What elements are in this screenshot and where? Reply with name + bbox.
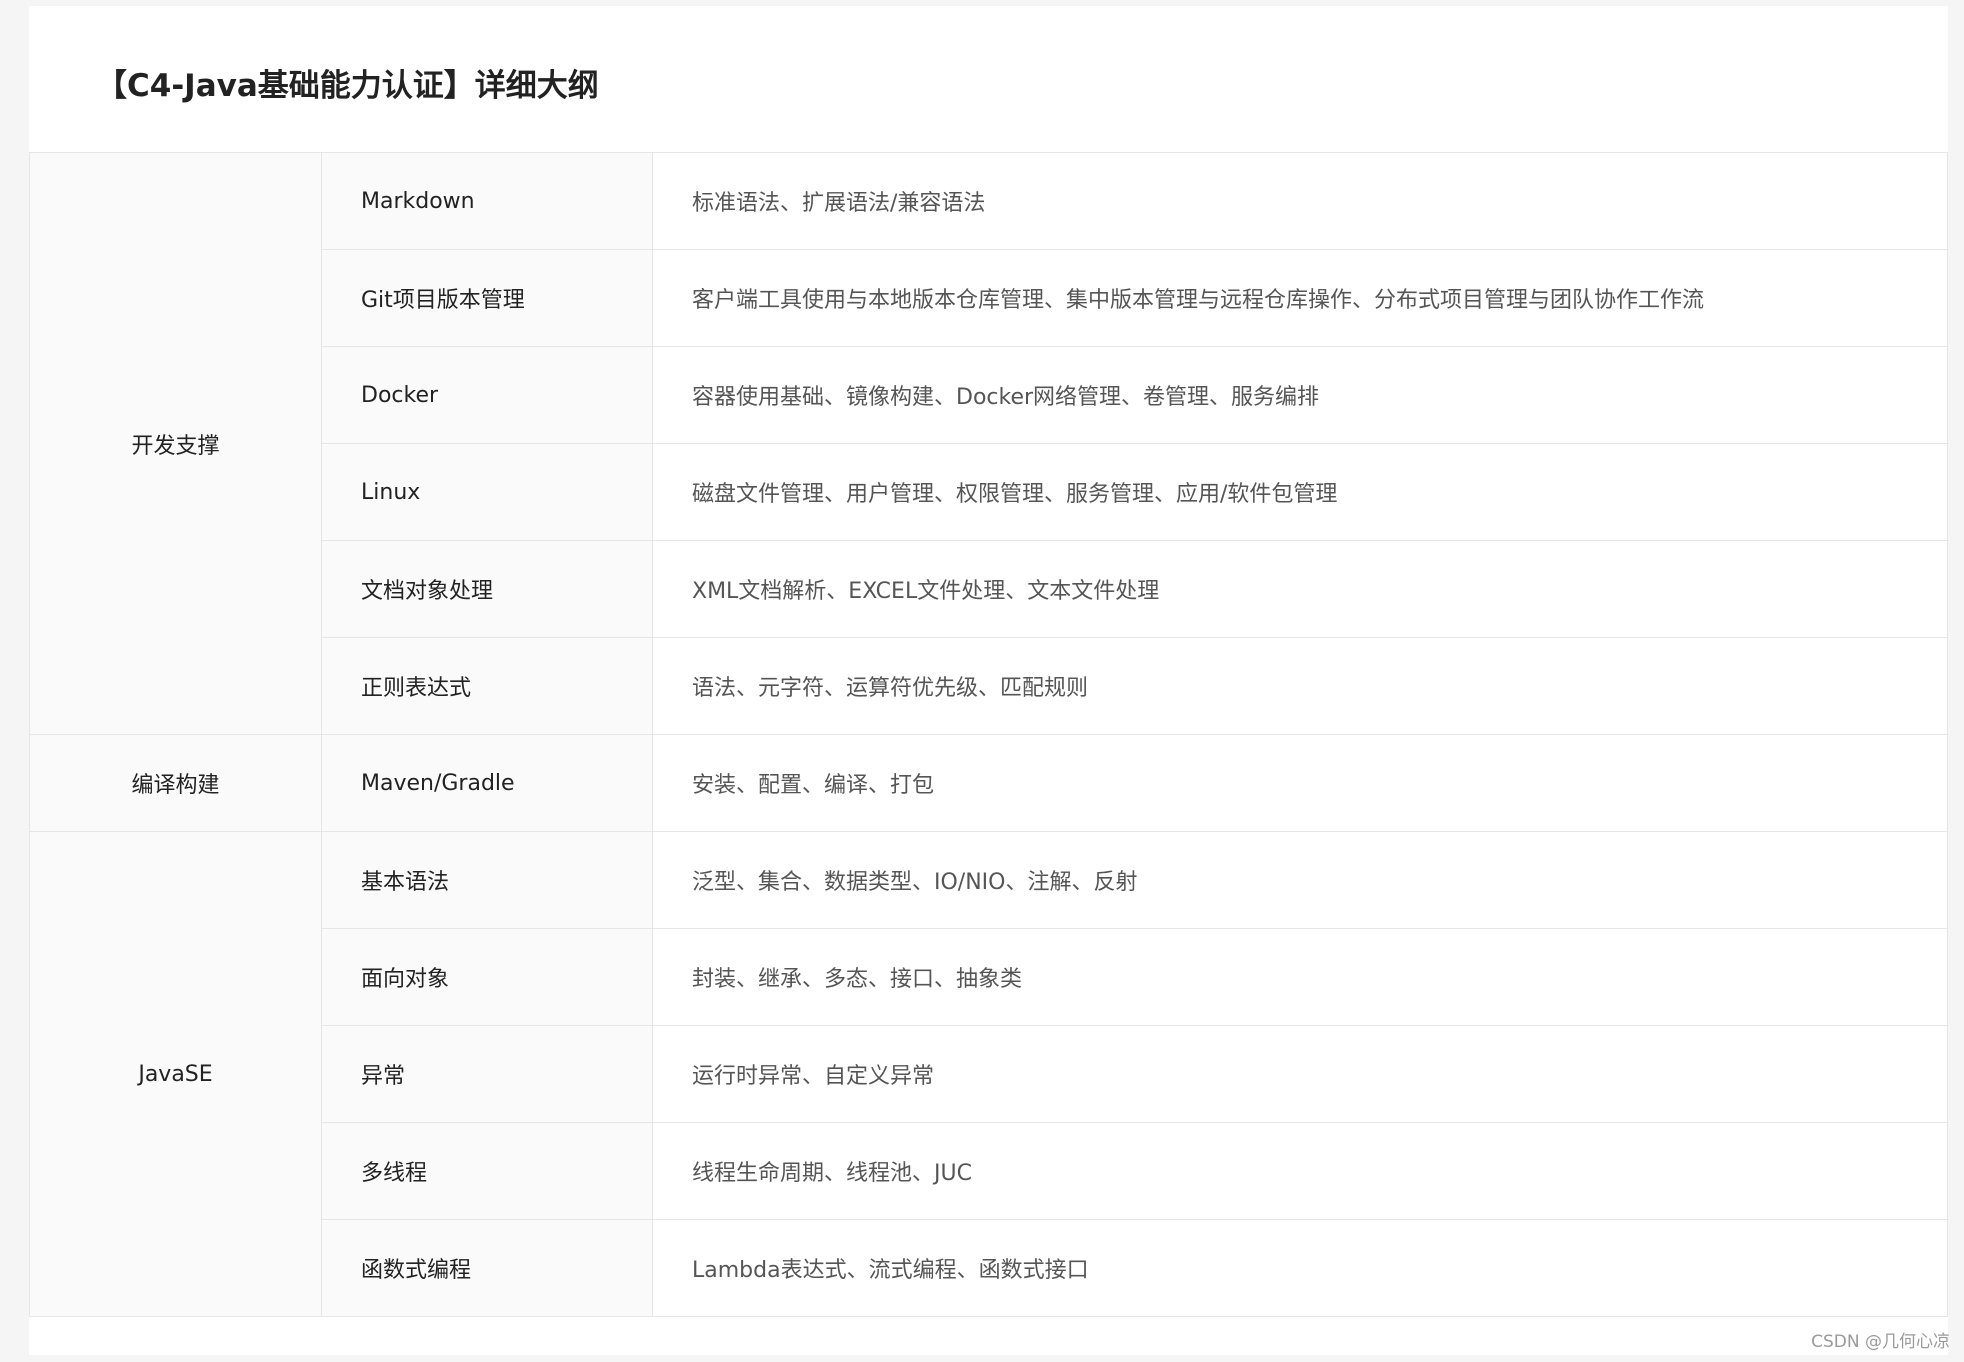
topic-cell: 多线程 — [321, 1122, 653, 1220]
topic-cell: Maven/Gradle — [321, 734, 653, 832]
topic-cell: Git项目版本管理 — [321, 249, 653, 347]
detail-cell: 客户端工具使用与本地版本仓库管理、集中版本管理与远程仓库操作、分布式项目管理与团… — [652, 249, 1948, 347]
topic-cell: 异常 — [321, 1025, 653, 1123]
detail-cell: 线程生命周期、线程池、JUC — [652, 1122, 1948, 1220]
detail-cell: 磁盘文件管理、用户管理、权限管理、服务管理、应用/软件包管理 — [652, 443, 1948, 541]
topic-cell: Linux — [321, 443, 653, 541]
detail-cell: 容器使用基础、镜像构建、Docker网络管理、卷管理、服务编排 — [652, 346, 1948, 444]
topic-cell: Docker — [321, 346, 653, 444]
detail-cell: 泛型、集合、数据类型、IO/NIO、注解、反射 — [652, 831, 1948, 929]
detail-cell: 运行时异常、自定义异常 — [652, 1025, 1948, 1123]
detail-cell: 语法、元字符、运算符优先级、匹配规则 — [652, 637, 1948, 735]
table-row: JavaSE 基本语法 泛型、集合、数据类型、IO/NIO、注解、反射 — [29, 831, 1948, 1317]
topic-cell: 面向对象 — [321, 928, 653, 1026]
detail-cell: 安装、配置、编译、打包 — [652, 734, 1948, 832]
watermark: CSDN @几何心凉 — [1811, 1332, 1950, 1352]
page-title: 【C4-Java基础能力认证】详细大纲 — [96, 68, 599, 104]
category-cell: JavaSE — [29, 831, 322, 1317]
detail-cell: 封装、继承、多态、接口、抽象类 — [652, 928, 1948, 1026]
detail-cell: Lambda表达式、流式编程、函数式接口 — [652, 1219, 1948, 1317]
topic-cell: Markdown — [321, 152, 653, 250]
table-row: 编译构建 Maven/Gradle 安装、配置、编译、打包 — [29, 734, 1948, 832]
topic-cell: 函数式编程 — [321, 1219, 653, 1317]
topic-cell: 文档对象处理 — [321, 540, 653, 638]
topic-cell: 正则表达式 — [321, 637, 653, 735]
outline-card: 【C4-Java基础能力认证】详细大纲 开发支撑 Markdown 标准语法、扩… — [29, 6, 1948, 1355]
category-cell: 编译构建 — [29, 734, 322, 832]
detail-cell: 标准语法、扩展语法/兼容语法 — [652, 152, 1948, 250]
table-row: 开发支撑 Markdown 标准语法、扩展语法/兼容语法 — [29, 152, 1948, 735]
outline-table: 开发支撑 Markdown 标准语法、扩展语法/兼容语法 Git项目版本管理 客… — [29, 152, 1948, 1317]
topic-cell: 基本语法 — [321, 831, 653, 929]
detail-cell: XML文档解析、EXCEL文件处理、文本文件处理 — [652, 540, 1948, 638]
category-cell: 开发支撑 — [29, 152, 322, 735]
